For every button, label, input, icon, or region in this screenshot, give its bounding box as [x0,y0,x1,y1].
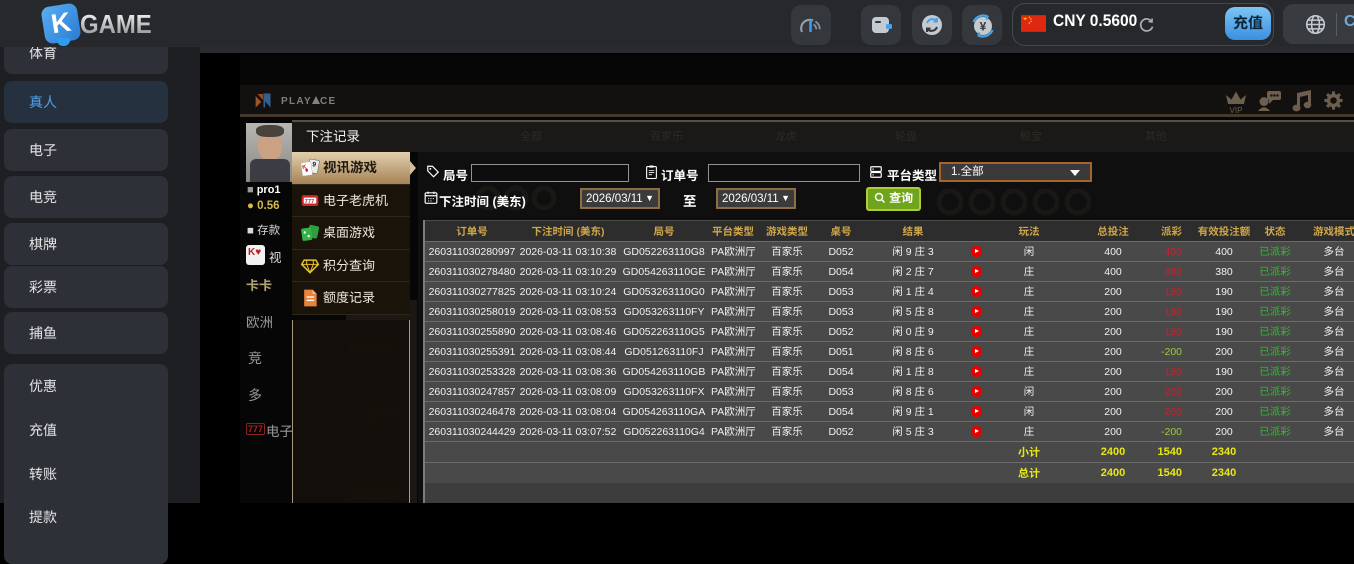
svg-text:¥: ¥ [980,20,987,34]
svg-text:777: 777 [305,199,315,205]
svg-text:VIP: VIP [1230,106,1243,114]
